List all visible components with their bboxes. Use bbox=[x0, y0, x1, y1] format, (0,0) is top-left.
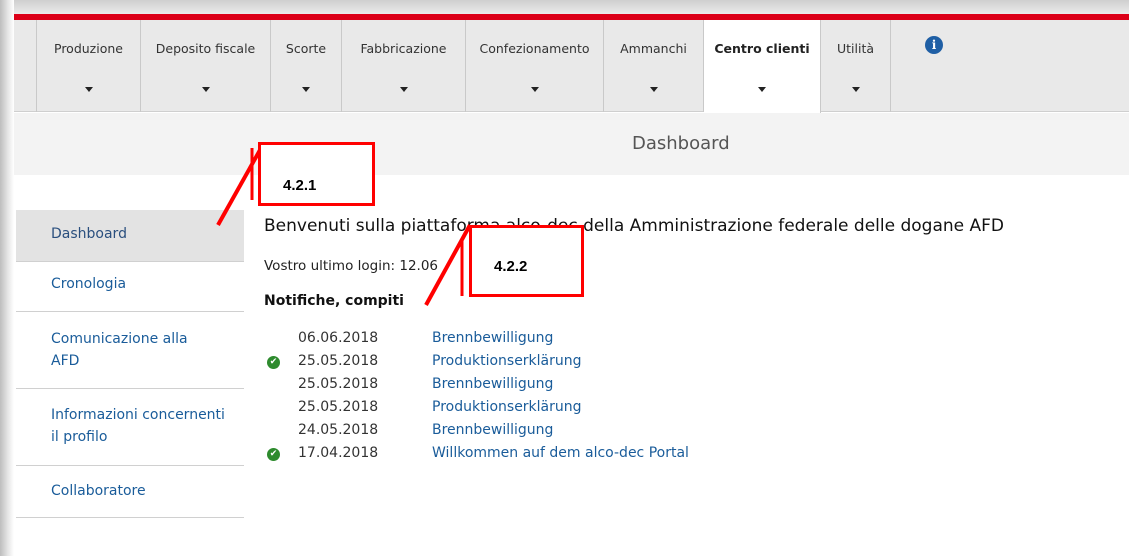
annotation-box-4-2-1: 4.2.1 bbox=[258, 142, 375, 206]
annotation-box-4-2-2: 4.2.2 bbox=[469, 225, 584, 297]
annotation-label: 4.2.1 bbox=[283, 177, 317, 194]
annotation-pointer-4-2-1 bbox=[216, 149, 262, 226]
annotation-label: 4.2.2 bbox=[494, 258, 528, 275]
app-window: Produzione Deposito fiscale Scorte Fabbr… bbox=[0, 0, 1129, 556]
